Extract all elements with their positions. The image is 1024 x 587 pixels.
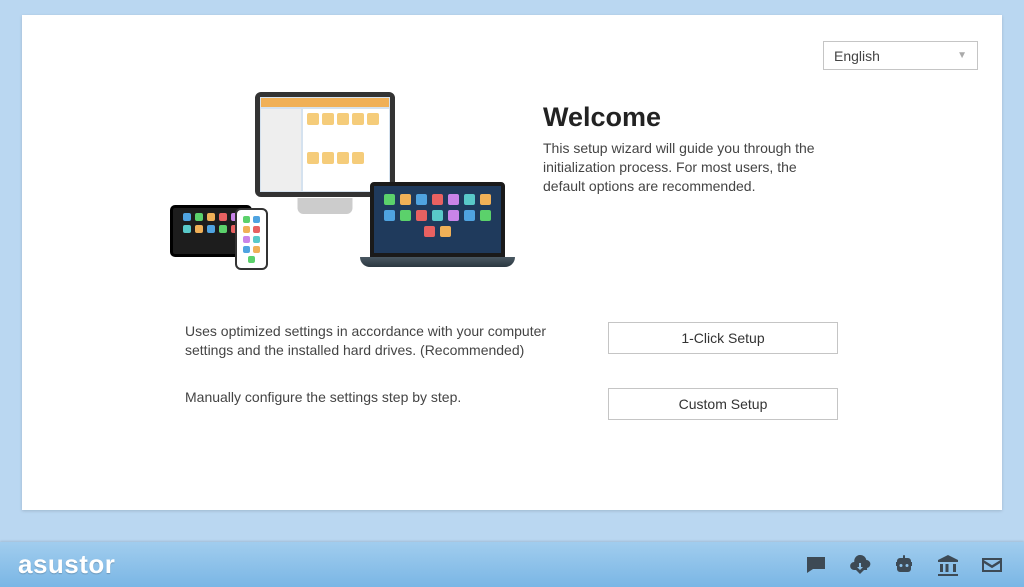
language-value: English [834, 48, 880, 64]
footer-bar: asustor [0, 542, 1024, 587]
brand-logo: asustor [18, 549, 115, 580]
welcome-title: Welcome [543, 102, 823, 133]
setup-wizard-panel: English ▼ [22, 15, 1002, 510]
welcome-body: This setup wizard will guide you through… [543, 139, 823, 196]
mail-icon[interactable] [978, 553, 1006, 577]
library-icon[interactable] [934, 553, 962, 577]
custom-row: Manually configure the settings step by … [185, 388, 892, 420]
custom-description: Manually configure the settings step by … [185, 388, 590, 407]
one-click-setup-button[interactable]: 1-Click Setup [608, 322, 838, 354]
language-select[interactable]: English ▼ [823, 41, 978, 70]
devices-illustration [185, 102, 495, 267]
chat-icon[interactable] [802, 553, 830, 577]
custom-setup-button[interactable]: Custom Setup [608, 388, 838, 420]
robot-icon[interactable] [890, 553, 918, 577]
cloud-download-icon[interactable] [846, 553, 874, 577]
one-click-row: Uses optimized settings in accordance wi… [185, 322, 892, 360]
one-click-description: Uses optimized settings in accordance wi… [185, 322, 590, 360]
chevron-down-icon: ▼ [957, 50, 967, 61]
